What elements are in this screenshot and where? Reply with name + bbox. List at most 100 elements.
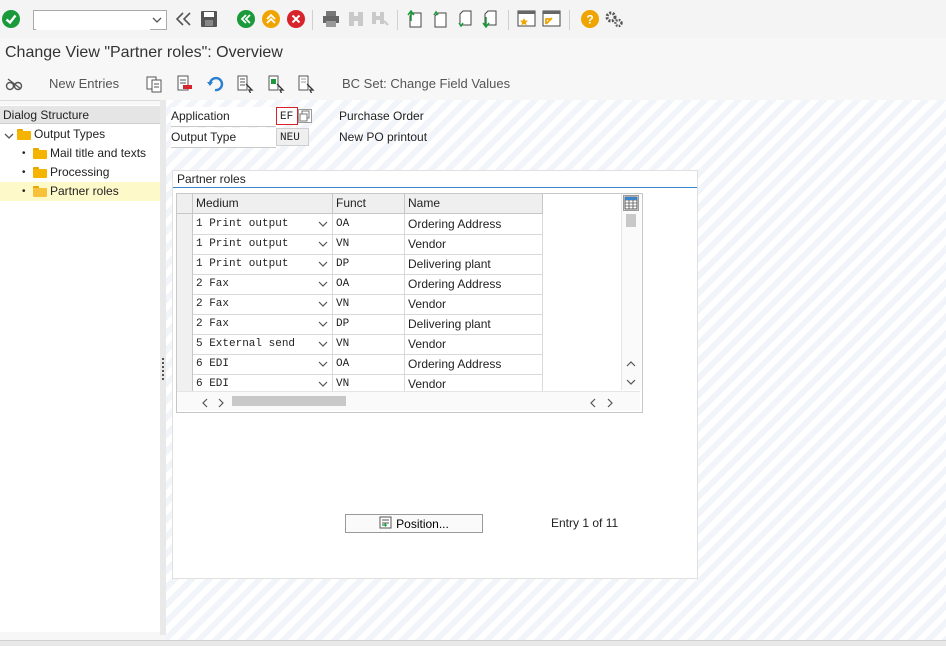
column-header-funct[interactable]: Funct <box>333 194 405 213</box>
chevron-up-icon[interactable] <box>626 357 636 371</box>
print-icon[interactable] <box>321 9 341 29</box>
chevron-down-icon[interactable] <box>317 278 329 290</box>
table-row[interactable]: 2 Fax OA Ordering Address <box>177 274 543 295</box>
open-folder-icon <box>33 186 47 197</box>
chevron-right-icon[interactable] <box>217 397 225 411</box>
row-selector[interactable] <box>177 314 193 334</box>
table-row[interactable]: 1 Print output DP Delivering plant <box>177 254 543 275</box>
partner-roles-group: Partner roles Medium Funct Name 1 Print … <box>172 170 698 579</box>
column-header-name[interactable]: Name <box>405 194 543 213</box>
command-input[interactable] <box>36 12 150 30</box>
chevron-right-icon[interactable] <box>606 397 614 411</box>
table-row[interactable]: 1 Print output VN Vendor <box>177 234 543 255</box>
chevron-down-icon[interactable] <box>317 318 329 330</box>
tree-item-label: Mail title and texts <box>50 146 147 160</box>
collapse-double-left-icon[interactable] <box>174 9 194 29</box>
settings-gear-icon[interactable] <box>604 9 624 29</box>
delete-icon[interactable] <box>174 74 194 94</box>
position-button[interactable]: Position... <box>345 514 483 533</box>
chevron-down-icon[interactable] <box>317 298 329 310</box>
last-page-icon[interactable] <box>481 9 501 29</box>
cancel-icon[interactable] <box>286 9 306 29</box>
funct-cell[interactable]: OA <box>333 214 405 234</box>
chevron-down-icon[interactable] <box>317 338 329 350</box>
table-row[interactable]: 1 Print output OA Ordering Address <box>177 214 543 235</box>
vertical-scrollbar[interactable] <box>621 194 641 390</box>
row-selector[interactable] <box>177 214 193 234</box>
tree-header: Dialog Structure <box>0 106 160 124</box>
table-settings-icon[interactable] <box>623 195 639 211</box>
chevron-down-icon[interactable] <box>150 13 164 27</box>
tree-item-mail-title-and-texts[interactable]: • Mail title and texts <box>0 144 160 163</box>
column-header-medium[interactable]: Medium <box>193 194 333 213</box>
medium-dropdown[interactable]: 6 EDI <box>193 354 333 374</box>
funct-cell[interactable]: OA <box>333 274 405 294</box>
create-session-icon[interactable] <box>517 9 537 29</box>
funct-cell[interactable]: VN <box>333 234 405 254</box>
new-entries-button[interactable]: New Entries <box>49 76 119 91</box>
deselect-all-icon[interactable] <box>296 74 316 94</box>
medium-dropdown[interactable]: 1 Print output <box>193 214 333 234</box>
generate-shortcut-icon[interactable] <box>542 9 562 29</box>
chevron-down-icon[interactable] <box>626 375 636 389</box>
chevron-down-icon[interactable] <box>317 238 329 250</box>
medium-dropdown[interactable]: 2 Fax <box>193 274 333 294</box>
exit-up-icon[interactable] <box>261 9 281 29</box>
funct-cell[interactable]: VN <box>333 334 405 354</box>
back-icon[interactable] <box>236 9 256 29</box>
medium-dropdown[interactable]: 2 Fax <box>193 294 333 314</box>
funct-cell[interactable]: DP <box>333 254 405 274</box>
row-selector[interactable] <box>177 274 193 294</box>
horizontal-scrollbar[interactable] <box>177 391 640 411</box>
row-selector[interactable] <box>177 354 193 374</box>
row-selector[interactable] <box>177 294 193 314</box>
table-row[interactable]: 5 External send VN Vendor <box>177 334 543 355</box>
copy-as-icon[interactable] <box>144 74 164 94</box>
previous-page-icon[interactable] <box>431 9 451 29</box>
undo-icon[interactable] <box>205 74 225 94</box>
chevron-left-icon[interactable] <box>589 397 597 411</box>
chevron-down-icon[interactable] <box>317 358 329 370</box>
medium-value: 1 Print output <box>196 258 289 270</box>
display-change-glasses-icon[interactable] <box>4 74 24 94</box>
row-selector[interactable] <box>177 334 193 354</box>
horizontal-scroll-thumb[interactable] <box>232 396 346 406</box>
enter-checkmark-icon[interactable] <box>1 9 21 29</box>
funct-cell[interactable]: OA <box>333 354 405 374</box>
splitter-grip[interactable] <box>162 358 164 382</box>
medium-dropdown[interactable]: 1 Print output <box>193 254 333 274</box>
medium-dropdown[interactable]: 5 External send <box>193 334 333 354</box>
medium-dropdown[interactable]: 2 Fax <box>193 314 333 334</box>
medium-dropdown[interactable]: 1 Print output <box>193 234 333 254</box>
bc-set-change-field-values-button[interactable]: BC Set: Change Field Values <box>342 76 510 91</box>
next-page-icon[interactable] <box>456 9 476 29</box>
row-selector[interactable] <box>177 234 193 254</box>
funct-cell[interactable]: DP <box>333 314 405 334</box>
select-block-icon[interactable] <box>266 74 286 94</box>
vertical-scroll-thumb[interactable] <box>626 214 636 227</box>
chevron-down-icon[interactable] <box>317 258 329 270</box>
save-icon[interactable] <box>199 9 219 29</box>
chevron-left-icon[interactable] <box>201 397 209 411</box>
page-title: Change View "Partner roles": Overview <box>5 44 283 61</box>
name-cell: Ordering Address <box>405 274 543 294</box>
tree-item-processing-routines[interactable]: • Processing Routines <box>0 163 160 198</box>
help-icon[interactable]: ? <box>580 9 600 29</box>
application-field[interactable]: EF <box>276 107 298 125</box>
funct-cell[interactable]: VN <box>333 294 405 314</box>
chevron-down-icon[interactable] <box>317 378 329 390</box>
value-help-icon[interactable] <box>298 109 312 123</box>
first-page-icon[interactable] <box>406 9 426 29</box>
table-row[interactable]: 2 Fax DP Delivering plant <box>177 314 543 335</box>
select-all-icon[interactable] <box>235 74 255 94</box>
find-icon <box>346 9 366 29</box>
table-row[interactable]: 2 Fax VN Vendor <box>177 294 543 315</box>
select-all-column-header[interactable] <box>177 194 193 213</box>
row-selector[interactable] <box>177 254 193 274</box>
command-field[interactable] <box>33 10 167 30</box>
chevron-down-icon[interactable] <box>317 218 329 230</box>
table-row[interactable]: 6 EDI OA Ordering Address <box>177 354 543 375</box>
main-content: Application EF Purchase Order Output Typ… <box>166 100 946 640</box>
tree-item-partner-roles[interactable]: • Partner roles <box>0 182 160 201</box>
tree-item-output-types[interactable]: Output Types <box>0 125 160 144</box>
